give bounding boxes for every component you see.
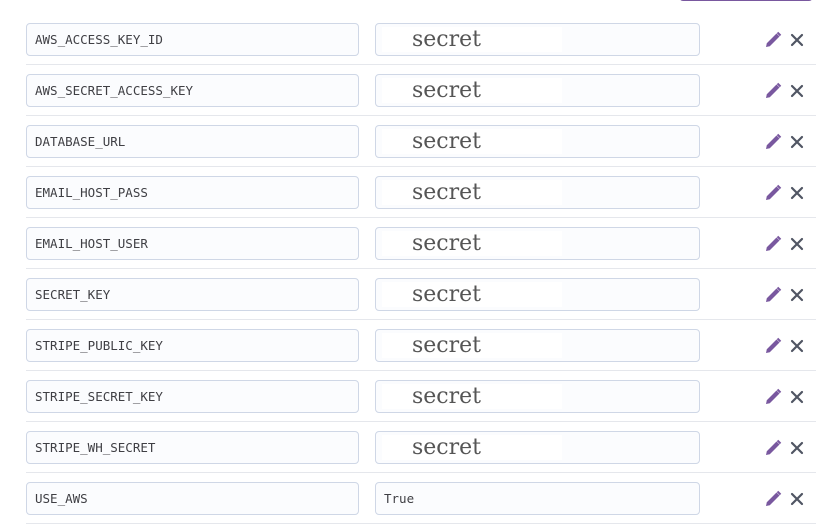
config-value-field[interactable]: secret <box>375 176 700 209</box>
close-icon[interactable] <box>790 492 804 506</box>
config-value-field[interactable]: secret <box>375 278 700 311</box>
config-value-text: secret <box>412 129 482 154</box>
config-key-field[interactable]: USE_AWS <box>26 482 359 515</box>
pencil-icon[interactable] <box>764 82 782 100</box>
config-key-field[interactable]: EMAIL_HOST_PASS <box>26 176 359 209</box>
config-var-row: SECRET_KEY secret <box>26 269 816 320</box>
config-value-text: secret <box>412 384 482 409</box>
config-value-text: True <box>384 491 415 506</box>
config-value-field[interactable]: secret <box>375 380 700 413</box>
config-value-text: secret <box>412 231 482 256</box>
pencil-icon[interactable] <box>764 235 782 253</box>
config-value-field[interactable]: secret <box>375 23 700 56</box>
config-value-field[interactable]: secret <box>375 329 700 362</box>
config-key-field[interactable]: EMAIL_HOST_USER <box>26 227 359 260</box>
config-key-field[interactable]: STRIPE_PUBLIC_KEY <box>26 329 359 362</box>
config-value-field[interactable]: secret <box>375 227 700 260</box>
config-value-field[interactable]: True <box>375 482 700 515</box>
close-icon[interactable] <box>790 390 804 404</box>
close-icon[interactable] <box>790 237 804 251</box>
close-icon[interactable] <box>790 135 804 149</box>
pencil-icon[interactable] <box>764 439 782 457</box>
config-value-text: secret <box>412 78 482 103</box>
config-key-field[interactable]: SECRET_KEY <box>26 278 359 311</box>
config-key-field[interactable]: AWS_SECRET_ACCESS_KEY <box>26 74 359 107</box>
pencil-icon[interactable] <box>764 286 782 304</box>
config-key-field[interactable]: AWS_ACCESS_KEY_ID <box>26 23 359 56</box>
pencil-icon[interactable] <box>764 184 782 202</box>
close-icon[interactable] <box>790 186 804 200</box>
close-icon[interactable] <box>790 339 804 353</box>
config-value-text: secret <box>412 333 482 358</box>
config-key-field[interactable]: STRIPE_WH_SECRET <box>26 431 359 464</box>
config-value-text: secret <box>412 435 482 460</box>
config-var-row: STRIPE_SECRET_KEY secret <box>26 371 816 422</box>
config-var-row: EMAIL_HOST_PASS secret <box>26 167 816 218</box>
config-var-row: AWS_SECRET_ACCESS_KEY secret <box>26 65 816 116</box>
config-vars-list: AWS_ACCESS_KEY_ID secret AWS_SECRET_ACCE… <box>0 14 839 524</box>
config-var-row: DATABASE_URL secret <box>26 116 816 167</box>
close-icon[interactable] <box>790 33 804 47</box>
top-action-button[interactable] <box>679 0 813 1</box>
close-icon[interactable] <box>790 441 804 455</box>
pencil-icon[interactable] <box>764 133 782 151</box>
config-value-text: secret <box>412 27 482 52</box>
pencil-icon[interactable] <box>764 490 782 508</box>
config-value-field[interactable]: secret <box>375 74 700 107</box>
config-var-row: EMAIL_HOST_USER secret <box>26 218 816 269</box>
pencil-icon[interactable] <box>764 337 782 355</box>
config-var-row: STRIPE_WH_SECRET secret <box>26 422 816 473</box>
close-icon[interactable] <box>790 84 804 98</box>
pencil-icon[interactable] <box>764 388 782 406</box>
config-value-field[interactable]: secret <box>375 431 700 464</box>
config-var-row: AWS_ACCESS_KEY_ID secret <box>26 14 816 65</box>
config-var-row: STRIPE_PUBLIC_KEY secret <box>26 320 816 371</box>
close-icon[interactable] <box>790 288 804 302</box>
config-value-field[interactable]: secret <box>375 125 700 158</box>
pencil-icon[interactable] <box>764 31 782 49</box>
config-value-text: secret <box>412 282 482 307</box>
config-key-field[interactable]: DATABASE_URL <box>26 125 359 158</box>
config-var-row: USE_AWS True <box>26 473 816 524</box>
config-key-field[interactable]: STRIPE_SECRET_KEY <box>26 380 359 413</box>
config-value-text: secret <box>412 180 482 205</box>
